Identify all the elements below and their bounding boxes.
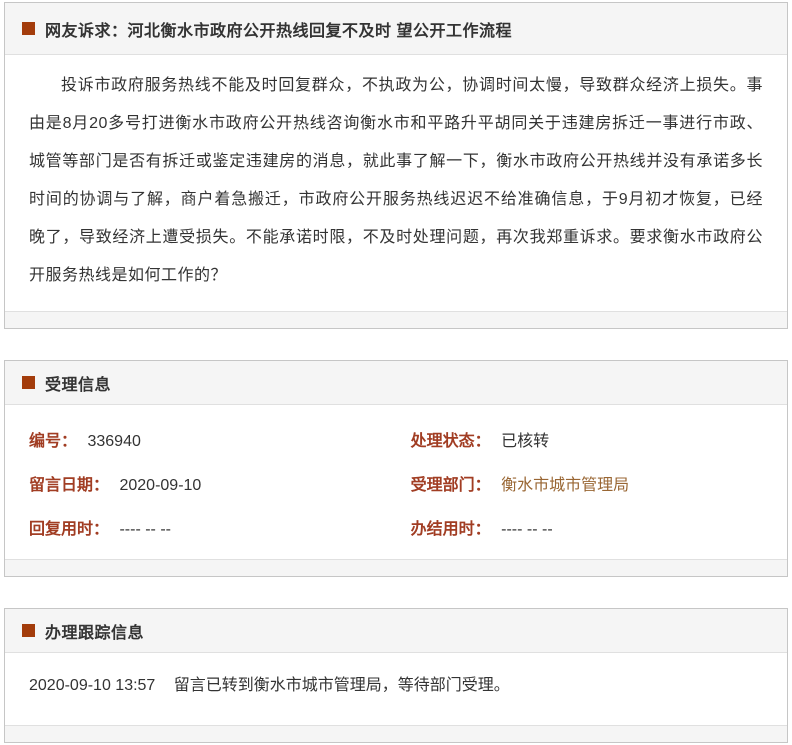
- message-date-value: 2020-09-10: [119, 477, 202, 494]
- acceptance-card-header: 受理信息: [5, 361, 787, 405]
- field-message-date: 留言日期： 2020-09-10: [29, 475, 411, 497]
- accepting-department-link[interactable]: 衡水市城市管理局: [501, 477, 629, 494]
- tracking-card-body: 2020-09-10 13:57 留言已转到衡水市城市管理局，等待部门受理。: [5, 653, 787, 725]
- ticket-number-label: 编号：: [29, 433, 78, 450]
- field-completion-duration: 办结用时： ---- -- --: [411, 519, 763, 541]
- tracking-entry-time: 2020-09-10 13:57: [29, 677, 156, 694]
- complaint-card-footer: [5, 311, 787, 328]
- petition-detail-page: 网友诉求：河北衡水市政府公开热线回复不及时 望公开工作流程 投诉市政府服务热线不…: [0, 0, 792, 743]
- field-ticket-number: 编号： 336940: [29, 431, 411, 453]
- acceptance-card-body: 编号： 336940 处理状态： 已核转 留言日期： 2020-09-10 受理…: [5, 405, 787, 559]
- ticket-number-value: 336940: [87, 433, 141, 450]
- complaint-text: 投诉市政府服务热线不能及时回复群众，不执政为公，协调时间太慢，导致群众经济上损失…: [29, 77, 763, 284]
- acceptance-card-footer: [5, 559, 787, 576]
- complaint-title: 网友诉求：河北衡水市政府公开热线回复不及时 望公开工作流程: [45, 22, 512, 40]
- section-bullet-icon: [22, 22, 35, 35]
- completion-duration-label: 办结用时：: [410, 521, 491, 538]
- complaint-card: 网友诉求：河北衡水市政府公开热线回复不及时 望公开工作流程 投诉市政府服务热线不…: [4, 2, 788, 329]
- tracking-card-footer: [5, 725, 787, 742]
- acceptance-title: 受理信息: [45, 376, 112, 394]
- tracking-info-card: 办理跟踪信息 2020-09-10 13:57 留言已转到衡水市城市管理局，等待…: [4, 608, 788, 743]
- field-reply-duration: 回复用时： ---- -- --: [29, 519, 411, 541]
- tracking-title: 办理跟踪信息: [45, 624, 145, 642]
- field-accepting-department: 受理部门： 衡水市城市管理局: [411, 475, 763, 497]
- field-processing-status: 处理状态： 已核转: [411, 431, 763, 453]
- message-date-label: 留言日期：: [29, 477, 110, 494]
- section-bullet-icon: [22, 376, 35, 389]
- section-bullet-icon: [22, 624, 35, 637]
- tracking-card-header: 办理跟踪信息: [5, 609, 787, 653]
- accepting-department-label: 受理部门：: [410, 477, 491, 494]
- completion-duration-value: ---- -- --: [501, 521, 553, 538]
- processing-status-label: 处理状态：: [410, 433, 491, 450]
- complaint-card-body: 投诉市政府服务热线不能及时回复群众，不执政为公，协调时间太慢，导致群众经济上损失…: [5, 55, 787, 311]
- tracking-entry: 2020-09-10 13:57 留言已转到衡水市城市管理局，等待部门受理。: [29, 675, 763, 697]
- acceptance-info-card: 受理信息 编号： 336940 处理状态： 已核转 留言日期： 2020-09-…: [4, 360, 788, 577]
- complaint-card-header: 网友诉求：河北衡水市政府公开热线回复不及时 望公开工作流程: [5, 3, 787, 55]
- processing-status-value: 已核转: [501, 433, 550, 450]
- reply-duration-label: 回复用时：: [29, 521, 110, 538]
- reply-duration-value: ---- -- --: [119, 521, 171, 538]
- tracking-entry-text: 留言已转到衡水市城市管理局，等待部门受理。: [173, 677, 510, 694]
